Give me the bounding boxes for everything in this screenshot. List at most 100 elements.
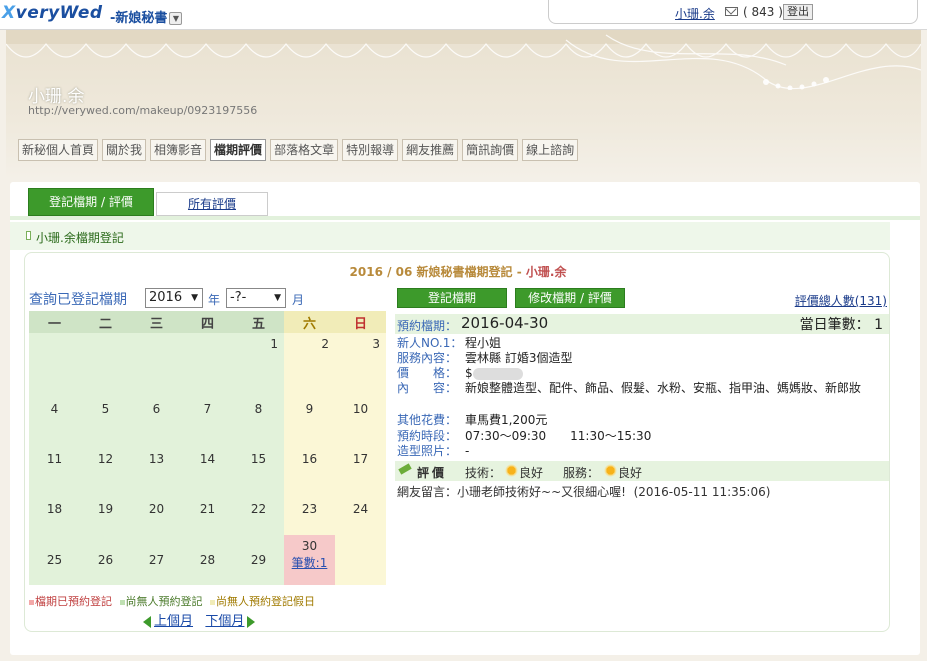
calendar-day[interactable]: 21 (182, 484, 233, 535)
calendar-day[interactable]: 7 (182, 383, 233, 434)
calendar-day (335, 534, 386, 585)
calendar-day[interactable]: 26 (80, 534, 131, 585)
calendar-day (29, 333, 80, 384)
lace-decoration (6, 30, 921, 90)
weekday-wed: 三 (131, 311, 182, 333)
legend-free: 尚無人預約登記 (119, 595, 203, 608)
chevron-down-icon[interactable]: ▼ (169, 12, 183, 25)
comment-label: 網友留言： (397, 485, 458, 499)
register-schedule-button[interactable]: 登記檔期 (397, 288, 507, 308)
section-header: 小珊.余檔期登記 (10, 222, 890, 250)
nav-albums[interactable]: 相簿影音 (150, 139, 207, 161)
legend-booked: 檔期已預約登記 (29, 595, 112, 608)
logout-button[interactable]: 登出 (783, 4, 813, 20)
legend-swatch (29, 599, 34, 605)
next-month-link[interactable]: 下個月 (205, 614, 244, 629)
booking-header: 預約檔期： 2016-04-30 當日筆數： 1 (395, 314, 889, 334)
arrow-left-icon[interactable] (143, 615, 151, 628)
nav-online-consult[interactable]: 線上諮詢 (522, 139, 579, 161)
calendar-day[interactable]: 6 (131, 383, 182, 434)
weekday-tue: 二 (80, 311, 131, 333)
schedule-panel: 2016 / 06 新娘秘書檔期登記 - 小珊.余 查詢已登記檔期 2016 年… (24, 252, 890, 632)
photo-label: 造型照片： (397, 444, 458, 458)
weekday-sat: 六 (284, 311, 335, 333)
banner: 小珊.余 http://verywed.com/makeup/092319755… (6, 30, 921, 180)
year-select[interactable]: 2016 (145, 288, 203, 308)
rating-label: 評價 (417, 466, 448, 480)
content-label: 內 容： (397, 381, 458, 395)
calendar-day[interactable]: 19 (80, 484, 131, 535)
legend-swatch (210, 599, 215, 605)
calendar-day[interactable]: 24 (335, 484, 386, 535)
edit-schedule-button[interactable]: 修改檔期 / 評價 (515, 288, 625, 308)
calendar-day[interactable]: 12 (80, 433, 131, 485)
weekday-mon: 一 (29, 311, 80, 333)
calendar-week: 25 26 27 28 29 30 筆數:1 (29, 534, 386, 585)
weekday-fri: 五 (233, 311, 284, 333)
nav-schedule-reviews[interactable]: 檔期評價 (210, 139, 267, 161)
owner-url[interactable]: http://verywed.com/makeup/0923197556 (28, 104, 257, 117)
calendar-day[interactable]: 5 (80, 383, 131, 434)
calendar-day[interactable]: 1 (233, 333, 284, 384)
legend-free-holiday: 尚無人預約登記假日 (210, 595, 315, 608)
nav-recommend[interactable]: 網友推薦 (402, 139, 459, 161)
nav-blog[interactable]: 部落格文章 (270, 139, 339, 161)
nav-about[interactable]: 關於我 (102, 139, 147, 161)
booking-date-label: 預約檔期： (397, 319, 458, 333)
calendar-day[interactable]: 8 (233, 383, 284, 434)
calendar-day[interactable]: 10 (335, 383, 386, 434)
verywed-logo[interactable]: XveryWed (2, 3, 103, 23)
weekday-thu: 四 (182, 311, 233, 333)
user-comment: 網友留言：小珊老師技術好~~又很細心喔! (2016-05-11 11:35:0… (397, 483, 770, 500)
nav-home[interactable]: 新秘個人首頁 (18, 139, 99, 161)
calendar-day[interactable]: 28 (182, 534, 233, 585)
month-select[interactable]: -?- (226, 288, 286, 308)
calendar-day[interactable]: 25 (29, 534, 80, 585)
calendar-day[interactable]: 3 (335, 333, 386, 384)
calendar-day[interactable]: 11 (29, 433, 80, 485)
user-name-link[interactable]: 小珊.余 (675, 5, 715, 22)
time-value: 07:30～09:30 11:30～15:30 (465, 429, 652, 443)
calendar-day[interactable]: 16 (284, 433, 335, 485)
calendar-week: 1 2 3 (29, 333, 386, 384)
nav-sms-inquiry[interactable]: 簡訊詢價 (462, 139, 519, 161)
comment-text: 小珊老師技術好~~又很細心喔! (457, 485, 626, 499)
calendar-day (131, 333, 182, 384)
redacted-price (472, 367, 523, 380)
calendar-day[interactable]: 4 (29, 383, 80, 434)
mail-icon[interactable] (725, 7, 738, 16)
other-cost-label: 其他花費： (397, 413, 458, 427)
calendar-week: 11 12 13 14 15 16 17 (29, 433, 386, 485)
calendar-day[interactable]: 22 (233, 484, 284, 535)
review-total-link[interactable]: 評價總人數(131) (795, 292, 887, 309)
calendar-day[interactable]: 15 (233, 433, 284, 485)
content-value: 新娘整體造型、配件、飾品、假髮、水粉、安瓶、指甲油、媽媽妝、新郎妝 (465, 381, 862, 395)
tab-register-reviews[interactable]: 登記檔期 / 評價 (28, 188, 154, 216)
calendar-day[interactable]: 29 (233, 534, 284, 585)
arrow-right-icon[interactable] (247, 615, 256, 628)
calendar-day[interactable]: 13 (131, 433, 182, 485)
main-panel: 登記檔期 / 評價 所有評價 小珊.余檔期登記 2016 / 06 新娘秘書檔期… (10, 182, 920, 655)
calendar-day[interactable]: 14 (182, 433, 233, 485)
nav-special-report[interactable]: 特別報導 (342, 139, 399, 161)
tab-all-reviews[interactable]: 所有評價 (156, 192, 268, 216)
calendar-day[interactable]: 27 (131, 534, 182, 585)
service-rating-value: 良好 (618, 466, 643, 480)
booking-count-link[interactable]: 筆數:1 (284, 554, 335, 571)
calendar-day[interactable]: 9 (284, 383, 335, 434)
calendar-day-booked[interactable]: 30 筆數:1 (284, 534, 335, 585)
prev-month-link[interactable]: 上個月 (154, 614, 193, 629)
calendar-day[interactable]: 23 (284, 484, 335, 535)
calendar-day[interactable]: 20 (131, 484, 182, 535)
calendar-day (182, 333, 233, 384)
bride-value: 程小姐 (465, 336, 502, 350)
calendar-day[interactable]: 18 (29, 484, 80, 535)
tech-value: 良好 (519, 466, 544, 480)
calendar-day[interactable]: 17 (335, 433, 386, 485)
calendar-day[interactable]: 2 (284, 333, 335, 384)
calendar-grid: 一 二 三 四 五 六 日 1 2 3 4 5 6 7 8 9 10 11 12… (29, 311, 386, 585)
month-unit: 月 (292, 293, 305, 307)
price-value: $ (465, 366, 885, 381)
calendar-week: 18 19 20 21 22 23 24 (29, 484, 386, 535)
site-name[interactable]: -新娘秘書 ▼ (110, 7, 183, 26)
